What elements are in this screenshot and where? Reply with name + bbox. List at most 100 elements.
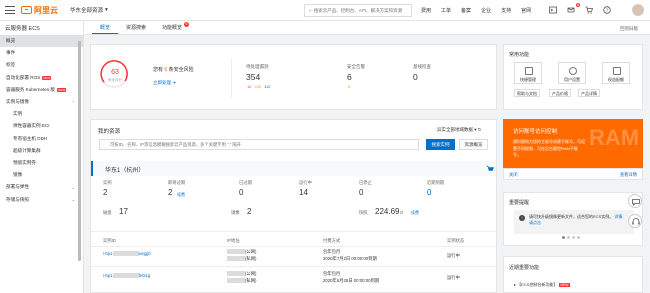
instance-status: 运行中 [447,253,460,258]
promo-close-link[interactable]: 关闭 [509,172,518,178]
risk-title: 您有 6 条安全风险 [153,67,194,73]
metric-value[interactable]: 0 [239,188,243,197]
quota-button[interactable]: 权益配额 [602,62,630,84]
tab-resource-search[interactable]: 资源搜索 [118,21,154,34]
sidebar-group-storage[interactable]: 存储与快照 ⌄ [0,193,83,205]
nav-link-ticket[interactable]: 工单 [441,7,451,14]
search-instance-button[interactable]: 搜索实例 [426,139,455,150]
instance-ip-private: (私网) [227,278,256,284]
sidebar-item-tags[interactable]: 标签 [0,59,83,71]
metric-value[interactable]: 2 [103,188,107,197]
sidebar-item-reserved[interactable]: 预留实例券 [0,157,83,169]
sidebar-item-overview[interactable]: 概览 [0,35,83,48]
divider [91,231,496,232]
product-detail-link[interactable]: 产品详情 [578,89,600,97]
sidebar-item-eci[interactable]: 弹性容器实例 ECI [0,120,83,132]
brand-logo[interactable]: 阿里云 [21,5,58,16]
info-icon: ! [519,215,525,221]
nav-link-support[interactable]: 支持 [501,7,511,14]
region-data-selector[interactable]: 异实全部地域数据 ▾ ↻ [437,127,482,133]
chat-float-button[interactable] [628,194,642,208]
quick-manage-button[interactable]: 快捷管理 [514,62,542,84]
sidebar-item-events[interactable]: 事件 [0,47,83,59]
sidebar-item-kubernetes[interactable]: 容器服务 Kubernetes 版 NEW [0,84,83,96]
recent-features-card: 近期重要功能 ▸ 【ECS控制台新功能】 NEW [503,256,643,293]
important-notice-card: 重要提醒 ! 请尽快升级镜像更新文件，适合您的ECS实例。 详情请点击 [503,192,643,246]
metric-value[interactable]: 0 [359,188,363,197]
cart-icon[interactable] [486,165,494,173]
news-item[interactable]: ▸ 【ECS控制台新功能】 NEW [514,282,570,288]
message-icon[interactable]: 6 [567,3,580,14]
security-score-label: 安全评分 [108,78,122,82]
headset-icon [632,218,640,225]
tab-bar: 概览 资源搜索 功能概览 6 [84,21,650,35]
resource-search-input[interactable] [110,142,410,147]
notice-box: ! 请尽快升级镜像更新文件，适合您的ECS实例。 详情请点击 [514,210,634,234]
carousel-dots[interactable] [562,236,580,239]
old-version-link[interactable]: 回到旧版 [620,26,638,32]
help-icon[interactable]: ? [603,6,611,14]
account-label: 华东全部资源 [70,8,104,14]
user-settings-button[interactable]: 用户设置 [558,62,586,84]
nav-link-icp[interactable]: 备案 [461,7,471,14]
stat-vulnerabilities[interactable]: 待处理漏洞 354 12 230 112 [246,64,272,89]
menu-icon[interactable] [5,6,15,14]
nav-link-fee[interactable]: 费用 [421,7,431,14]
sidebar-item-images[interactable]: 镜像 [0,169,83,181]
brand-name: 阿里云 [34,5,58,15]
cart-icon[interactable] [585,6,593,14]
region-name: 华东1（杭州） [105,168,145,174]
promo-desc: 随时随地为您的主账号创建子账号，可设置不同权限，可在后台管控RAM子账号。 [513,139,585,157]
quick-title: 常用功能 [509,52,530,58]
sidebar-scrollbar[interactable] [78,41,81,261]
renew-link[interactable]: 续费 [177,192,185,198]
service-float-button[interactable] [628,214,642,228]
resource-search[interactable] [99,139,419,150]
sidebar-item-ros[interactable]: 自动化部署 ROS NEW [0,72,83,84]
instance-id-link[interactable]: i-bp1 wxjgj0 [103,251,151,257]
metric-value[interactable]: 2 [168,188,172,197]
promo-detail-link[interactable]: 查看详情 [620,172,637,178]
region-header[interactable]: 华东1（杭州） [91,161,496,176]
help-docs-link[interactable]: 帮助与文档 [514,89,540,97]
sidebar-item-scc[interactable]: 超级计算集群 [0,145,83,157]
metric-value[interactable]: 17 [119,207,128,216]
nav-link-enterprise[interactable]: 企业 [481,7,491,14]
terminal-icon[interactable] [549,6,557,14]
top-icons: 6 ? [549,3,611,14]
global-search[interactable]: ⌕ [304,4,412,17]
metric-value[interactable]: 2 [247,207,251,216]
notice-text: 请尽快升级镜像更新文件，适合您的ECS实例。 详情请点击 [529,214,623,225]
renew-link[interactable]: 续费 [411,210,419,216]
global-search-input[interactable] [313,8,409,13]
nav-link-official[interactable]: 官网 [521,7,531,14]
instance-id-link[interactable]: i-bp1 fe0i1g [103,273,150,279]
stat-alerts[interactable]: 安全告警 6 6 [347,64,365,89]
chevron-down-icon: ▾ [105,7,108,13]
sidebar-group-deploy[interactable]: 部署与弹性 ⌄ [0,181,83,193]
quick-functions-card: 常用功能 快捷管理 用户设置 权益配额 帮助与文档 产品价格 产品详情 [503,44,643,110]
account-selector[interactable]: 华东全部资源 ▾ [70,6,108,14]
sidebar-item-instance[interactable]: 实例 [0,108,83,120]
avatar[interactable] [632,4,644,16]
divider [91,266,496,267]
stat-baseline[interactable]: 基线检查 0 [413,64,431,82]
sidebar-item-ddh[interactable]: 专有宿主机 DDH [0,133,83,145]
metric-value[interactable]: 224.69 [375,207,399,216]
user-icon [569,67,577,75]
resource-overview-button[interactable]: 资源概览 [459,139,488,150]
tab-features[interactable]: 功能概览 6 [154,21,190,34]
risk-handle-link[interactable]: 立即处理 ➜ [153,80,176,86]
metric-label: 快照 [359,210,368,215]
tab-overview[interactable]: 概览 [92,21,119,34]
price-link[interactable]: 产品价格 [549,89,571,97]
promo-footer: 关闭 查看详情 [503,168,643,180]
news-title: 近期重要功能 [509,265,540,271]
col-header-pay: 付费方式 [323,238,341,243]
sidebar: 云服务器 ECS 概览 事件 标签 自动化部署 ROS NEW 容器服务 Kube… [0,21,84,293]
instance-expiry: 2020年6月28日 00:00:00到期 [323,278,380,283]
sidebar-group-instances[interactable]: 实例与镜像 ⌃ [0,96,83,108]
metric-value[interactable]: 14 [299,188,308,197]
security-overview-card: 63 安全评分 您有 6 条安全风险 立即处理 ➜ 待处理漏洞 354 12 23… [90,44,497,110]
metric-value[interactable]: 0 [427,188,431,197]
